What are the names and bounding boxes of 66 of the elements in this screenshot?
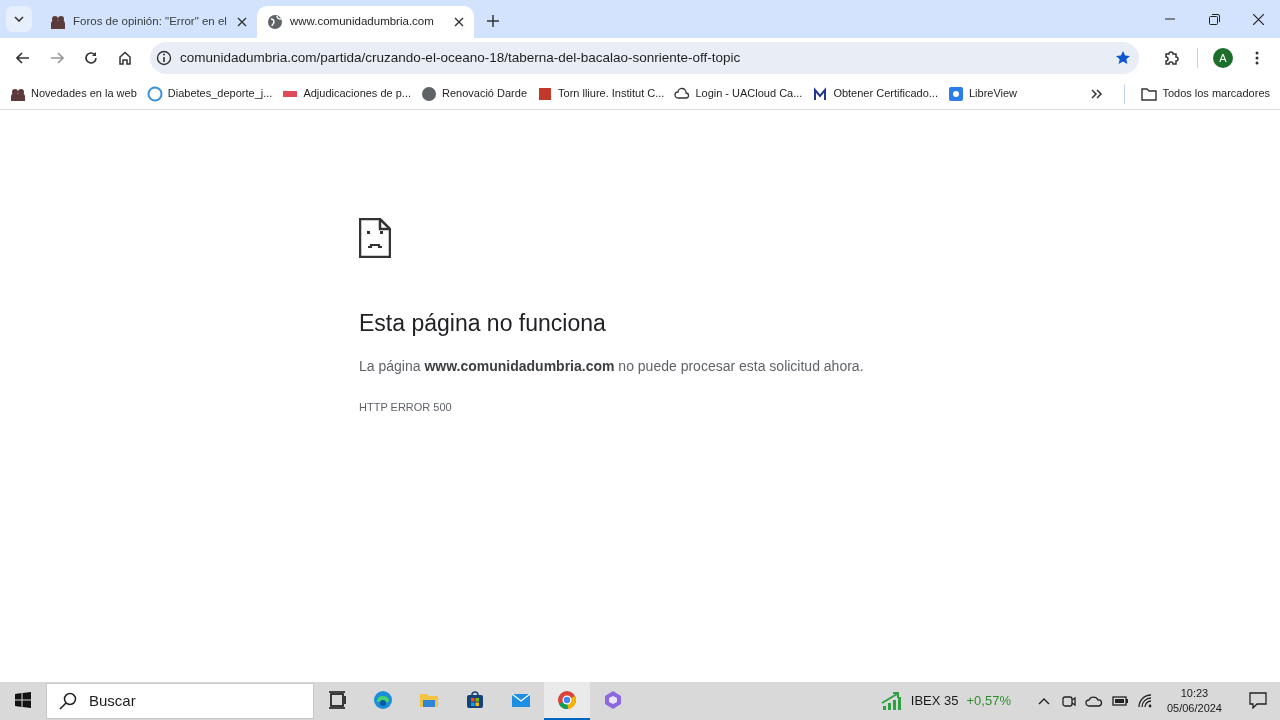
search-field[interactable]: Buscar — [46, 683, 314, 719]
browser-icon — [373, 690, 393, 710]
profile-button[interactable]: A — [1208, 43, 1238, 73]
site-icon — [537, 85, 553, 102]
browser-tab[interactable]: Foros de opinión: "Error" en el — [40, 6, 257, 38]
search-icon — [59, 692, 77, 710]
address-bar[interactable]: comunidadumbria.com/partida/cruzando-el-oceano-18/taberna-del-bacalao-sonriente-off-topic — [150, 42, 1139, 74]
assistant-icon — [603, 690, 623, 710]
sad-page-icon — [359, 218, 391, 258]
trend-chart-icon — [880, 691, 903, 711]
browser-icon — [557, 690, 577, 710]
url-text: comunidadumbria.com/partida/cruzando-el-oceano-18/taberna-del-bacalao-sonriente-off-topic — [180, 48, 742, 67]
tab-title: Foros de opinión: "Error" en el — [73, 14, 228, 30]
chevron-up-icon — [1037, 697, 1050, 705]
double-chevron-icon — [1091, 88, 1104, 99]
minimize-icon — [1165, 18, 1175, 20]
error-message: La página www.comunidadumbria.com no puede procesar esta solicitud ahora. — [359, 356, 865, 376]
battery-icon[interactable] — [1110, 694, 1129, 708]
bookmark-item[interactable]: Novedades en la web — [6, 82, 141, 105]
site-icon — [947, 85, 964, 102]
shopping-bag-icon — [465, 690, 485, 710]
folder-icon — [1141, 86, 1158, 101]
bookmark-item[interactable]: Renovació Darde — [417, 82, 531, 105]
error-code: HTTP ERROR 500 — [359, 399, 453, 415]
speech-bubble-icon — [1249, 691, 1267, 709]
home-icon — [118, 51, 132, 65]
bookmark-item[interactable]: Obtener Certificado... — [808, 82, 942, 105]
clock-time: 10:23 — [1180, 686, 1209, 701]
tab-title: www.comunidadumbria.com — [290, 14, 435, 30]
tab-search-button[interactable] — [6, 6, 32, 32]
stock-name: IBEX 35 — [910, 692, 959, 711]
stock-change: +0,57% — [966, 692, 1011, 711]
reload-icon — [84, 51, 98, 65]
close-icon — [1252, 13, 1264, 25]
globe-icon — [267, 14, 283, 30]
browser-tab[interactable]: www.comunidadumbria.com — [257, 6, 474, 38]
forward-arrow-icon — [50, 52, 64, 64]
plus-icon — [487, 15, 499, 27]
chevron-down-icon — [14, 16, 24, 22]
cloud-icon[interactable] — [1084, 694, 1103, 708]
bookmark-item[interactable]: Torn lliure. Institut C... — [533, 82, 669, 105]
puzzle-icon — [1163, 49, 1181, 67]
site-icon — [421, 85, 437, 102]
camera-icon[interactable] — [1060, 693, 1077, 709]
close-icon[interactable] — [454, 17, 464, 27]
all-bookmarks-button[interactable]: Todos los marcadores — [1137, 82, 1274, 105]
site-icon — [674, 85, 691, 102]
task-view-icon — [327, 690, 347, 710]
bookmark-item[interactable]: Diabetes_deporte_j... — [142, 82, 277, 105]
close-icon[interactable] — [237, 17, 247, 27]
bookmark-item[interactable]: Adjudicaciones de p... — [278, 82, 415, 105]
clock-date: 05/06/2024 — [1166, 701, 1222, 716]
taskbar-app-button[interactable] — [544, 682, 590, 720]
site-icon — [812, 85, 829, 102]
back-arrow-icon — [16, 52, 30, 64]
error-heading: Esta página no funciona — [359, 310, 607, 338]
info-icon[interactable] — [156, 50, 172, 66]
bookmark-item[interactable]: LibreView — [943, 82, 1022, 105]
wifi-icon[interactable] — [1136, 693, 1153, 709]
restore-icon — [1208, 13, 1220, 25]
menu-icon — [1255, 51, 1259, 65]
site-icon — [146, 85, 163, 102]
bookmark-item[interactable]: Login - UACloud Ca... — [670, 82, 807, 105]
windows-logo-icon — [15, 692, 31, 708]
people-icon — [50, 14, 66, 30]
bookmark-star-icon[interactable] — [1115, 50, 1131, 66]
